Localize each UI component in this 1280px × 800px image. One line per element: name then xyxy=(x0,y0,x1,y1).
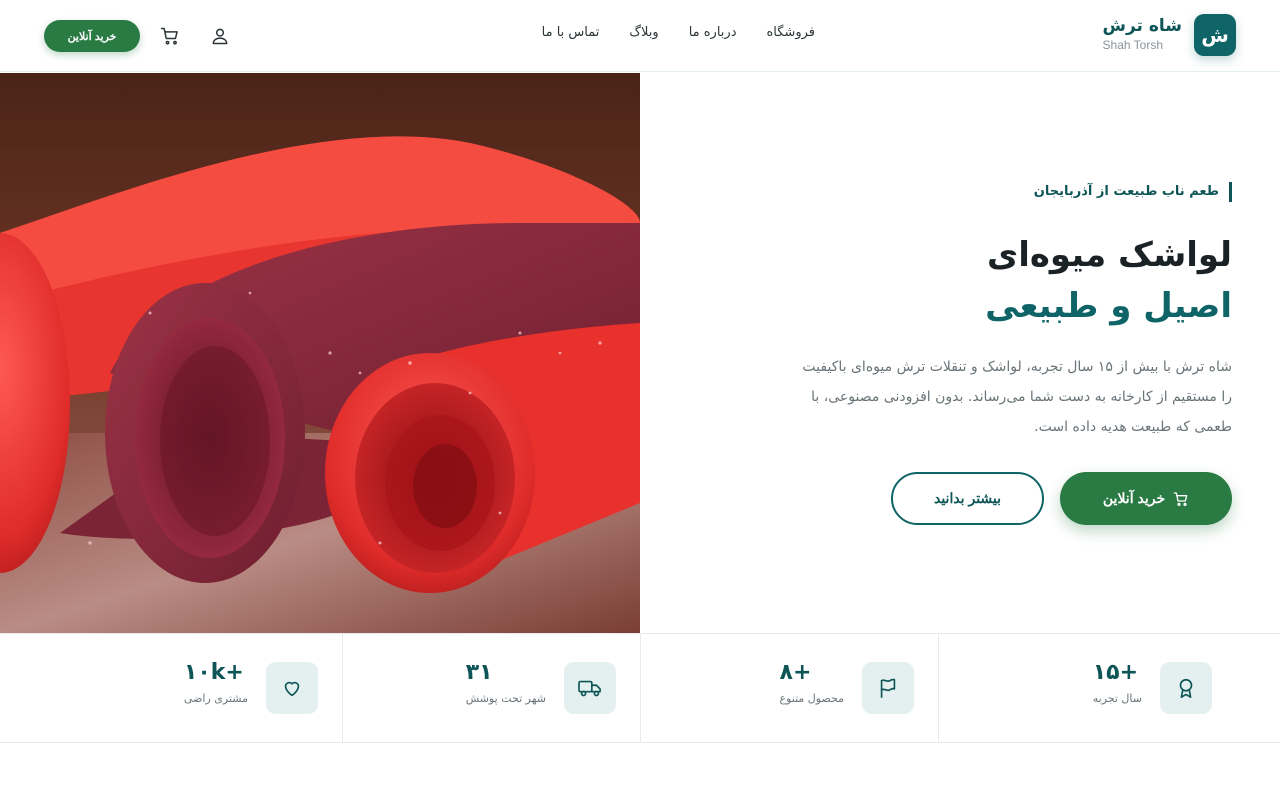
stat-products: +۸ محصول متنوع xyxy=(780,658,844,710)
stat-label: سال تجربه xyxy=(1092,692,1142,705)
header-actions: خرید آنلاین xyxy=(44,20,140,52)
logo-text: شاه ترش Shah Torsh xyxy=(1103,16,1182,54)
stat-label: مشتری راضی xyxy=(183,692,248,705)
award-icon xyxy=(1160,662,1212,714)
stat-value: +۱۵ xyxy=(1092,660,1139,685)
hero-buy-label: خرید آنلاین xyxy=(1102,490,1166,506)
stat-cities: ۳۱ شهر تحت پوشش xyxy=(466,658,546,710)
stats-divider xyxy=(938,634,939,743)
stat-label: شهر تحت پوشش xyxy=(465,692,546,705)
header-buy-button[interactable]: خرید آنلاین xyxy=(44,20,140,52)
main-nav: فروشگاه درباره ما وبلاگ تماس با ما xyxy=(542,25,815,40)
nav-item-blog[interactable]: وبلاگ xyxy=(629,25,658,40)
hero-description: شاه ترش با بیش از ۱۵ سال تجربه، لواشک و … xyxy=(802,359,1232,435)
flag-icon xyxy=(862,662,914,714)
site-header: ش شاه ترش Shah Torsh فروشگاه درباره ما و… xyxy=(0,0,1280,72)
user-icon[interactable] xyxy=(208,24,232,48)
heart-icon xyxy=(266,662,318,714)
logo-mark: ش xyxy=(1194,14,1236,56)
stat-customers: +۱۰k مشتری راضی xyxy=(184,658,248,710)
nav-item-contact[interactable]: تماس با ما xyxy=(542,25,600,40)
stat-value: +۱۰k xyxy=(183,660,244,685)
stat-experience: +۱۵ سال تجربه xyxy=(1093,658,1142,710)
brand-logo[interactable]: ش شاه ترش Shah Torsh xyxy=(1103,14,1236,56)
fruit-leather-illustration xyxy=(0,73,640,633)
brand-name-en: Shah Torsh xyxy=(1102,38,1164,52)
hero-image-fruit-leather xyxy=(0,73,640,633)
stat-value: ۳۱ xyxy=(465,660,493,685)
hero-buy-button[interactable]: خرید آنلاین xyxy=(1060,472,1232,525)
stats-divider xyxy=(640,634,641,743)
cart-icon[interactable] xyxy=(158,24,182,48)
stat-value: +۸ xyxy=(779,660,812,685)
truck-icon xyxy=(564,662,616,714)
hero-title-line2: اصیل و طبیعی xyxy=(985,286,1232,326)
stats-divider xyxy=(342,634,343,743)
nav-item-about[interactable]: درباره ما xyxy=(689,25,737,40)
hero-cta-row: خرید آنلاین بیشتر بدانید xyxy=(891,472,1232,525)
brand-name-fa: شاه ترش xyxy=(1102,16,1182,36)
hero-tagline: طعم ناب طبیعت از آذربایجان xyxy=(1034,182,1232,202)
hero-learn-more-button[interactable]: بیشتر بدانید xyxy=(891,472,1044,525)
stats-bar: +۱۵ سال تجربه +۸ محصول متنوع ۳۱ شهر تحت … xyxy=(0,633,1280,743)
nav-item-shop[interactable]: فروشگاه xyxy=(766,25,815,40)
cart-icon xyxy=(1173,491,1188,506)
hero-content: طعم ناب طبیعت از آذربایجان لواشک میوه‌ای… xyxy=(802,180,1232,442)
stat-label: محصول متنوع xyxy=(779,692,844,705)
hero-title-line1: لواشک میوه‌ای xyxy=(987,235,1232,275)
